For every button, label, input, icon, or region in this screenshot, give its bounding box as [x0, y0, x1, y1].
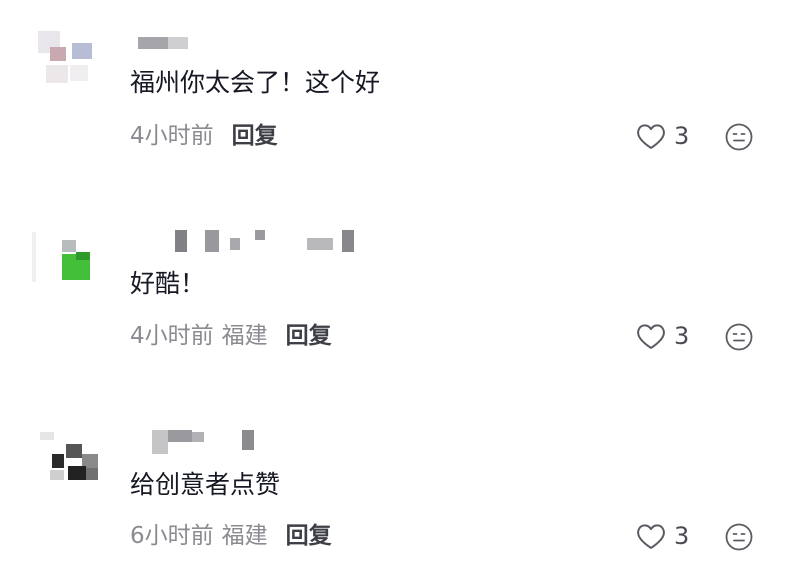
comment-item: 给创意者点赞 6小时前 福建 回复 3	[0, 0, 800, 551]
neutral-face-icon	[725, 323, 753, 351]
username[interactable]	[130, 230, 370, 252]
comment-meta: 6小时前 福建 回复	[130, 521, 332, 551]
comment-text: 给创意者点赞	[130, 470, 281, 499]
comment-text: 好酷！	[130, 269, 206, 298]
username[interactable]	[130, 430, 270, 454]
reaction-button[interactable]	[724, 322, 756, 354]
comment-location: 福建	[221, 323, 268, 349]
comment-time: 4小时前	[130, 323, 214, 349]
reaction-button[interactable]	[724, 522, 756, 554]
avatar[interactable]	[32, 222, 102, 292]
like-count: 3	[674, 522, 690, 550]
comment-meta: 4小时前 福建 回复	[130, 321, 332, 351]
reply-button[interactable]: 回复	[286, 323, 332, 349]
heart-outline-icon	[637, 324, 665, 349]
comment-location: 福建	[221, 523, 268, 549]
comment-time: 6小时前	[130, 523, 214, 549]
like-button[interactable]: 3	[636, 320, 689, 352]
neutral-face-icon	[725, 523, 753, 551]
like-button[interactable]: 3	[636, 520, 689, 552]
like-count: 3	[674, 322, 690, 350]
reply-button[interactable]: 回复	[286, 523, 332, 549]
avatar[interactable]	[32, 428, 102, 498]
heart-outline-icon	[637, 524, 665, 549]
